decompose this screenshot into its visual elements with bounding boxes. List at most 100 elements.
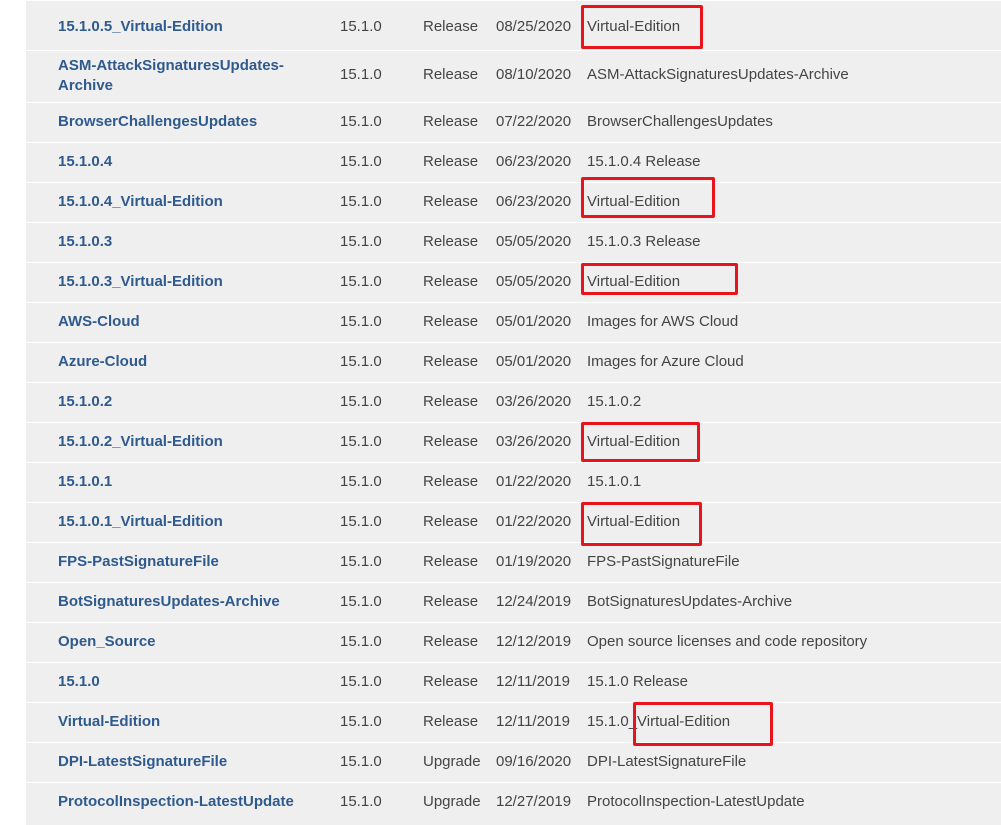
description-cell: DPI-LatestSignatureFile [587,753,747,770]
download-link[interactable]: 15.1.0 [58,672,100,692]
release-type-cell: Release [423,553,479,570]
version-cell: 15.1.0 [340,233,382,250]
table-row: 15.1.0.4_Virtual-Edition 15.1.0 Release … [26,182,1001,222]
date-cell: 07/22/2020 [496,113,572,130]
version-cell: 15.1.0 [340,473,382,490]
download-link[interactable]: ASM-AttackSignaturesUpdates-Archive [58,56,298,96]
version-cell: 15.1.0 [340,673,382,690]
description-cell: FPS-PastSignatureFile [587,553,740,570]
description-cell: ASM-AttackSignaturesUpdates-Archive [587,66,849,83]
highlight-box [633,702,773,746]
release-type-cell: Release [423,393,479,410]
download-link[interactable]: 15.1.0.1_Virtual-Edition [58,512,223,532]
table-row: 15.1.0.3 15.1.0 Release 05/05/2020 15.1.… [26,222,1001,262]
download-link[interactable]: BotSignaturesUpdates-Archive [58,592,280,612]
date-cell: 12/12/2019 [496,633,572,650]
date-cell: 12/27/2019 [496,793,572,810]
download-link[interactable]: AWS-Cloud [58,312,140,332]
table-row: Virtual-Edition 15.1.0 Release 12/11/201… [26,702,1001,742]
table-row: 15.1.0.1 15.1.0 Release 01/22/2020 15.1.… [26,462,1001,502]
date-cell: 05/01/2020 [496,353,572,370]
highlight-box [581,177,715,218]
download-link[interactable]: DPI-LatestSignatureFile [58,752,227,772]
table-row: 15.1.0.2_Virtual-Edition 15.1.0 Release … [26,422,1001,462]
description-cell: 15.1.0.4 Release [587,153,701,170]
download-link[interactable]: Azure-Cloud [58,352,147,372]
download-link[interactable]: Virtual-Edition [58,712,160,732]
release-type-cell: Release [423,233,479,250]
download-link[interactable]: 15.1.0.1 [58,472,112,492]
version-cell: 15.1.0 [340,793,382,810]
download-link[interactable]: BrowserChallengesUpdates [58,112,257,132]
description-cell: BrowserChallengesUpdates [587,113,773,130]
release-type-cell: Release [423,153,479,170]
downloads-table: 15.1.0.5_Virtual-Edition 15.1.0 Release … [26,0,1001,825]
version-cell: 15.1.0 [340,433,382,450]
version-cell: 15.1.0 [340,393,382,410]
release-type-cell: Release [423,66,479,83]
release-type-cell: Release [423,713,479,730]
highlight-box [581,502,702,546]
description-cell: ProtocolInspection-LatestUpdate [587,793,805,810]
version-cell: 15.1.0 [340,193,382,210]
table-row: 15.1.0.4 15.1.0 Release 06/23/2020 15.1.… [26,142,1001,182]
table-row: 15.1.0 15.1.0 Release 12/11/2019 15.1.0 … [26,662,1001,702]
date-cell: 05/05/2020 [496,273,572,290]
description-cell: Open source licenses and code repository [587,633,868,650]
download-link[interactable]: 15.1.0.2 [58,392,112,412]
version-cell: 15.1.0 [340,18,382,35]
table-row: BotSignaturesUpdates-Archive 15.1.0 Rele… [26,582,1001,622]
version-cell: 15.1.0 [340,66,382,83]
date-cell: 01/22/2020 [496,473,572,490]
highlight-box [581,422,700,462]
release-type-cell: Release [423,273,479,290]
date-cell: 06/23/2020 [496,153,572,170]
table-row: 15.1.0.2 15.1.0 Release 03/26/2020 15.1.… [26,382,1001,422]
download-link[interactable]: 15.1.0.3 [58,232,112,252]
table-row: DPI-LatestSignatureFile 15.1.0 Upgrade 0… [26,742,1001,782]
release-type-cell: Upgrade [423,793,481,810]
version-cell: 15.1.0 [340,713,382,730]
table-row: ProtocolInspection-LatestUpdate 15.1.0 U… [26,782,1001,825]
download-link[interactable]: FPS-PastSignatureFile [58,552,219,572]
version-cell: 15.1.0 [340,153,382,170]
date-cell: 01/22/2020 [496,513,572,530]
release-type-cell: Release [423,433,479,450]
table-row: Azure-Cloud 15.1.0 Release 05/01/2020 Im… [26,342,1001,382]
version-cell: 15.1.0 [340,113,382,130]
description-cell: 15.1.0 Release [587,673,688,690]
table-row: 15.1.0.1_Virtual-Edition 15.1.0 Release … [26,502,1001,542]
version-cell: 15.1.0 [340,593,382,610]
download-link[interactable]: Open_Source [58,632,156,652]
release-type-cell: Release [423,593,479,610]
date-cell: 09/16/2020 [496,753,572,770]
version-cell: 15.1.0 [340,273,382,290]
description-cell: 15.1.0.2 [587,393,642,410]
release-type-cell: Release [423,513,479,530]
download-link[interactable]: 15.1.0.4 [58,152,112,172]
date-cell: 12/11/2019 [496,713,570,730]
release-type-cell: Release [423,633,479,650]
table-row: 15.1.0.3_Virtual-Edition 15.1.0 Release … [26,262,1001,302]
release-type-cell: Upgrade [423,753,481,770]
version-cell: 15.1.0 [340,553,382,570]
download-link[interactable]: 15.1.0.3_Virtual-Edition [58,272,223,292]
date-cell: 03/26/2020 [496,433,572,450]
table-row: 15.1.0.5_Virtual-Edition 15.1.0 Release … [26,0,1001,50]
version-cell: 15.1.0 [340,513,382,530]
table-row: BrowserChallengesUpdates 15.1.0 Release … [26,102,1001,142]
description-cell: Images for AWS Cloud [587,313,739,330]
release-type-cell: Release [423,313,479,330]
download-link[interactable]: 15.1.0.4_Virtual-Edition [58,192,223,212]
date-cell: 05/01/2020 [496,313,572,330]
version-cell: 15.1.0 [340,353,382,370]
description-cell: 15.1.0.1 [587,473,642,490]
date-cell: 06/23/2020 [496,193,572,210]
version-cell: 15.1.0 [340,313,382,330]
table-row: AWS-Cloud 15.1.0 Release 05/01/2020 Imag… [26,302,1001,342]
download-link[interactable]: 15.1.0.5_Virtual-Edition [58,17,223,37]
download-link[interactable]: 15.1.0.2_Virtual-Edition [58,432,223,452]
highlight-box [581,263,738,295]
download-link[interactable]: ProtocolInspection-LatestUpdate [58,792,294,812]
date-cell: 08/25/2020 [496,18,572,35]
